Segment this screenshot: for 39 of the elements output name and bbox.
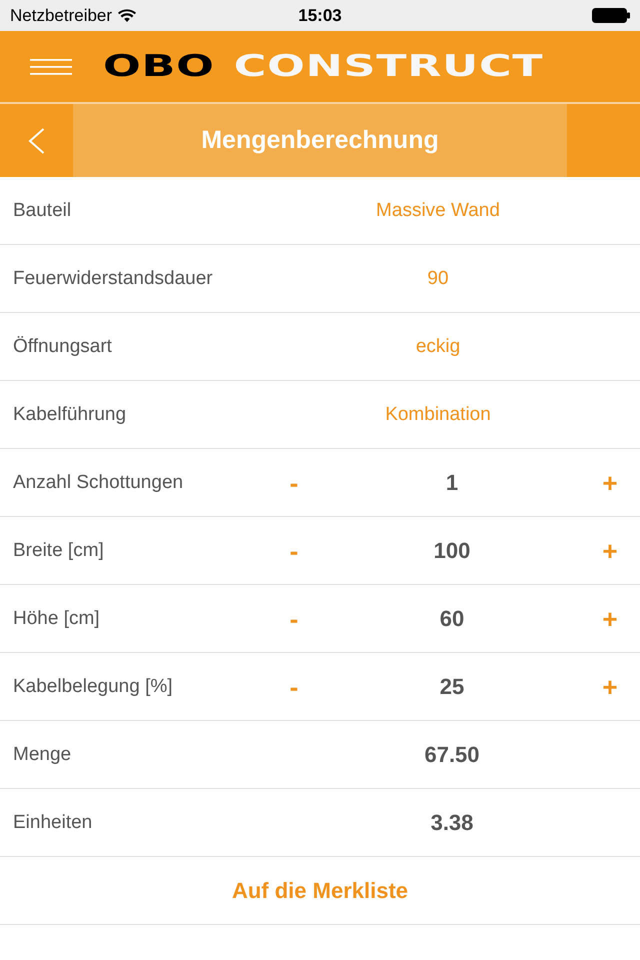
dropdown-value[interactable]: eckig (416, 336, 460, 358)
field-label: Einheiten (13, 812, 92, 834)
increment-button[interactable]: + (602, 470, 618, 496)
wifi-icon (118, 9, 136, 22)
field-label: Kabelführung (13, 404, 126, 426)
increment-button[interactable]: + (602, 606, 618, 632)
field-label: Breite [cm] (13, 540, 104, 562)
dropdown-value[interactable]: Kombination (385, 404, 491, 426)
menu-icon (30, 58, 72, 74)
result-value: 3.38 (430, 810, 474, 836)
stepper-value: 100 (434, 538, 470, 564)
decrement-button[interactable]: - (290, 470, 298, 496)
result-value: 67.50 (424, 742, 480, 768)
increment-button[interactable]: + (602, 538, 618, 564)
field-label: Höhe [cm] (13, 608, 100, 630)
carrier-name: Netzbetreiber (10, 6, 112, 26)
stepper-value: 25 (440, 674, 464, 700)
add-to-list-button[interactable]: Auf die Merkliste (232, 878, 408, 904)
field-label: Anzahl Schottungen (13, 472, 184, 494)
clock-time: 15:03 (298, 6, 342, 26)
battery-icon (592, 8, 630, 23)
decrement-button[interactable]: - (290, 538, 298, 564)
stepper-value: 60 (440, 606, 464, 632)
field-label: Öffnungsart (13, 336, 112, 358)
dropdown-value[interactable]: Massive Wand (376, 200, 500, 222)
field-label: Bauteil (13, 200, 72, 222)
menu-button[interactable] (30, 58, 72, 74)
increment-button[interactable]: + (602, 674, 618, 700)
stepper-value: 1 (446, 470, 458, 496)
logo-wordmark: CONSTRUCT (234, 52, 544, 82)
dropdown-value[interactable]: 90 (427, 268, 449, 290)
field-label: Menge (13, 744, 72, 766)
field-label: Kabelbelegung [%] (13, 676, 173, 698)
chevron-left-icon (28, 128, 45, 154)
logo-wordmark: OBO (103, 52, 215, 82)
page-title: Mengenberechnung (73, 104, 567, 177)
field-label: Feuerwiderstandsdauer (13, 268, 213, 290)
decrement-button[interactable]: - (290, 606, 298, 632)
decrement-button[interactable]: - (290, 674, 298, 700)
